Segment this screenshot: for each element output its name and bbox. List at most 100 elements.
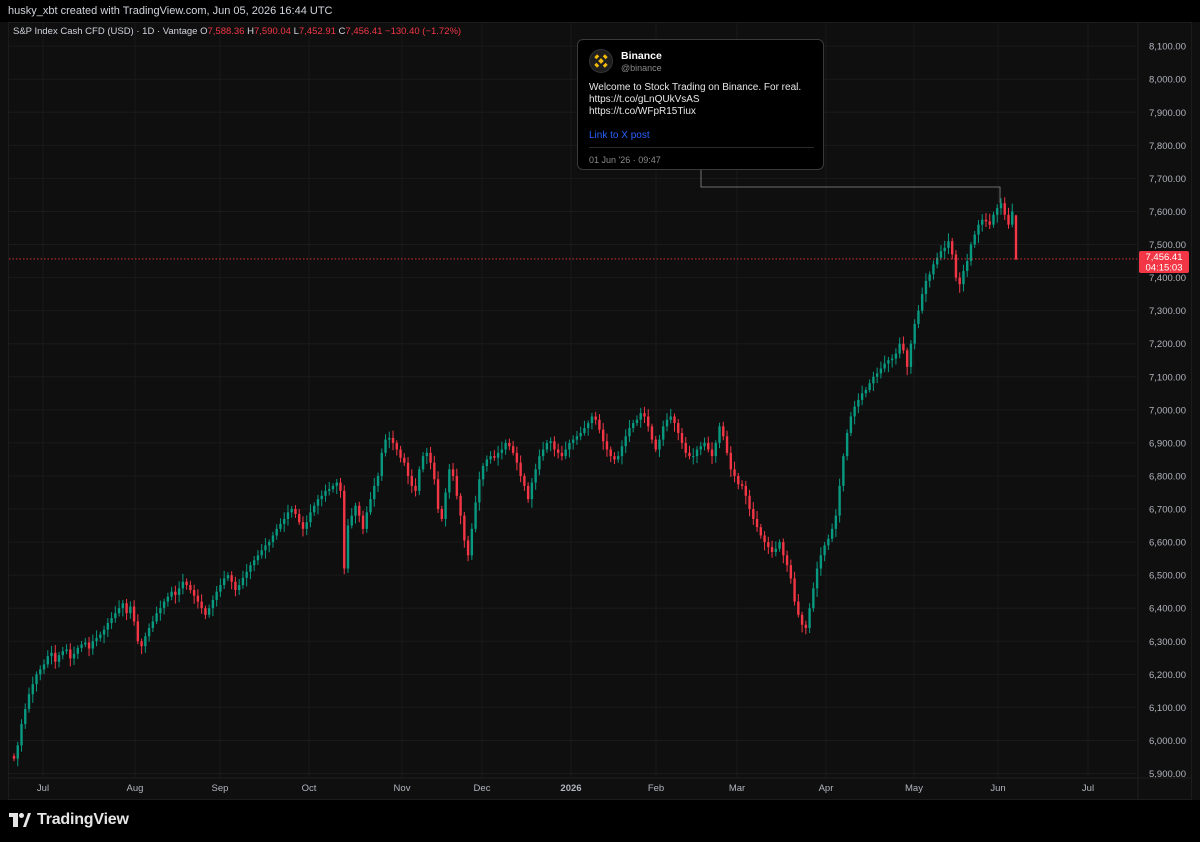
x-tick-label: Jun	[990, 783, 1005, 794]
candle-body	[545, 442, 549, 450]
candle-body	[530, 482, 534, 500]
candle-body	[95, 637, 98, 642]
candle-body	[91, 641, 95, 649]
candle-body	[909, 343, 913, 367]
candle-body	[444, 492, 447, 519]
candle-body	[905, 350, 909, 367]
candle-body	[433, 462, 436, 480]
candle-body	[890, 358, 894, 361]
candle-body	[204, 608, 207, 615]
candle-body	[951, 241, 954, 255]
candle-body	[519, 462, 522, 476]
candle-body	[692, 456, 695, 458]
candle-body	[451, 469, 455, 476]
candle-body	[733, 469, 736, 476]
x-tick-label: Feb	[648, 783, 664, 794]
candle-body	[707, 442, 710, 450]
y-tick-label: 7,800.00	[1149, 141, 1186, 152]
candle-body	[879, 368, 883, 374]
candle-body	[500, 449, 504, 453]
candle-body	[981, 219, 984, 225]
candle-body	[996, 208, 999, 215]
candle-body	[192, 590, 196, 596]
candle-body	[245, 571, 248, 578]
candle-body	[35, 674, 38, 685]
candle-body	[748, 495, 751, 510]
candle-body	[943, 247, 946, 252]
candle-body	[849, 416, 853, 433]
tweet-link-2[interactable]: https://t.co/WFpR15Tiux	[589, 106, 817, 118]
candle-body	[830, 528, 834, 539]
candle-body	[620, 446, 624, 457]
candle-body	[838, 485, 841, 516]
candle-body	[159, 608, 162, 614]
y-tick-label: 7,500.00	[1149, 240, 1186, 251]
candle-body	[924, 280, 928, 295]
candle-body	[418, 469, 421, 491]
candle-body	[207, 608, 211, 615]
candle-body	[984, 219, 988, 222]
candle-body	[808, 608, 811, 629]
candle-body	[568, 442, 571, 450]
candle-body	[541, 449, 545, 457]
candle-body	[65, 649, 68, 652]
candle-body	[586, 423, 590, 429]
y-tick-label: 7,400.00	[1149, 273, 1186, 284]
candle-body	[219, 585, 222, 592]
candle-body	[752, 509, 755, 519]
candle-body	[470, 528, 474, 556]
candle-body	[617, 456, 620, 460]
candle-body	[421, 456, 425, 470]
candle-body	[999, 203, 1003, 209]
link-to-x-post[interactable]: Link to X post	[589, 130, 650, 141]
candle-body	[125, 603, 128, 614]
candle-body	[902, 343, 905, 351]
tweet-card[interactable]: Binance @binance Welcome to Stock Tradin…	[577, 39, 824, 170]
candle-body	[463, 515, 466, 541]
candle-body	[211, 599, 215, 609]
candle-body	[744, 485, 747, 496]
tweet-author-name: Binance	[621, 50, 662, 62]
candle-body	[249, 565, 252, 572]
candle-body	[883, 363, 886, 369]
candle-body	[872, 376, 875, 384]
candle-body	[478, 479, 481, 503]
tweet-link-1[interactable]: https://t.co/gLnQUkVsAS	[589, 94, 817, 106]
candle-body	[237, 585, 241, 591]
candle-body	[298, 513, 301, 523]
candle-body	[358, 505, 361, 516]
candle-body	[842, 456, 845, 486]
candle-body	[346, 525, 350, 569]
candle-body	[20, 723, 23, 746]
candle-body	[857, 399, 860, 407]
candle-body	[819, 555, 823, 569]
tradingview-logo-icon	[9, 813, 31, 827]
candle-body	[594, 416, 597, 420]
tradingview-logo[interactable]: TradingView	[9, 811, 129, 829]
high-label: H	[247, 26, 254, 37]
candle-body	[485, 459, 489, 467]
candle-body	[31, 684, 34, 695]
candle-body	[523, 475, 526, 486]
candle-body	[917, 310, 920, 324]
candle-body	[511, 446, 515, 453]
candle-body	[440, 509, 444, 519]
candle-body	[474, 502, 477, 529]
candle-body	[1003, 203, 1006, 215]
candle-body	[564, 449, 567, 457]
candle-body	[710, 449, 714, 457]
candle-body	[613, 456, 616, 460]
candle-body	[714, 442, 717, 457]
candle-body	[834, 515, 838, 529]
candle-body	[489, 456, 492, 460]
candle-body	[992, 214, 995, 225]
candle-body	[789, 565, 793, 579]
candle-body	[132, 606, 136, 622]
candle-body	[50, 652, 53, 657]
candle-body	[395, 442, 398, 450]
candle-body	[106, 623, 110, 630]
candle-body	[560, 452, 564, 457]
candle-body	[215, 591, 218, 600]
candle-body	[815, 568, 819, 589]
candle-body	[391, 437, 395, 443]
